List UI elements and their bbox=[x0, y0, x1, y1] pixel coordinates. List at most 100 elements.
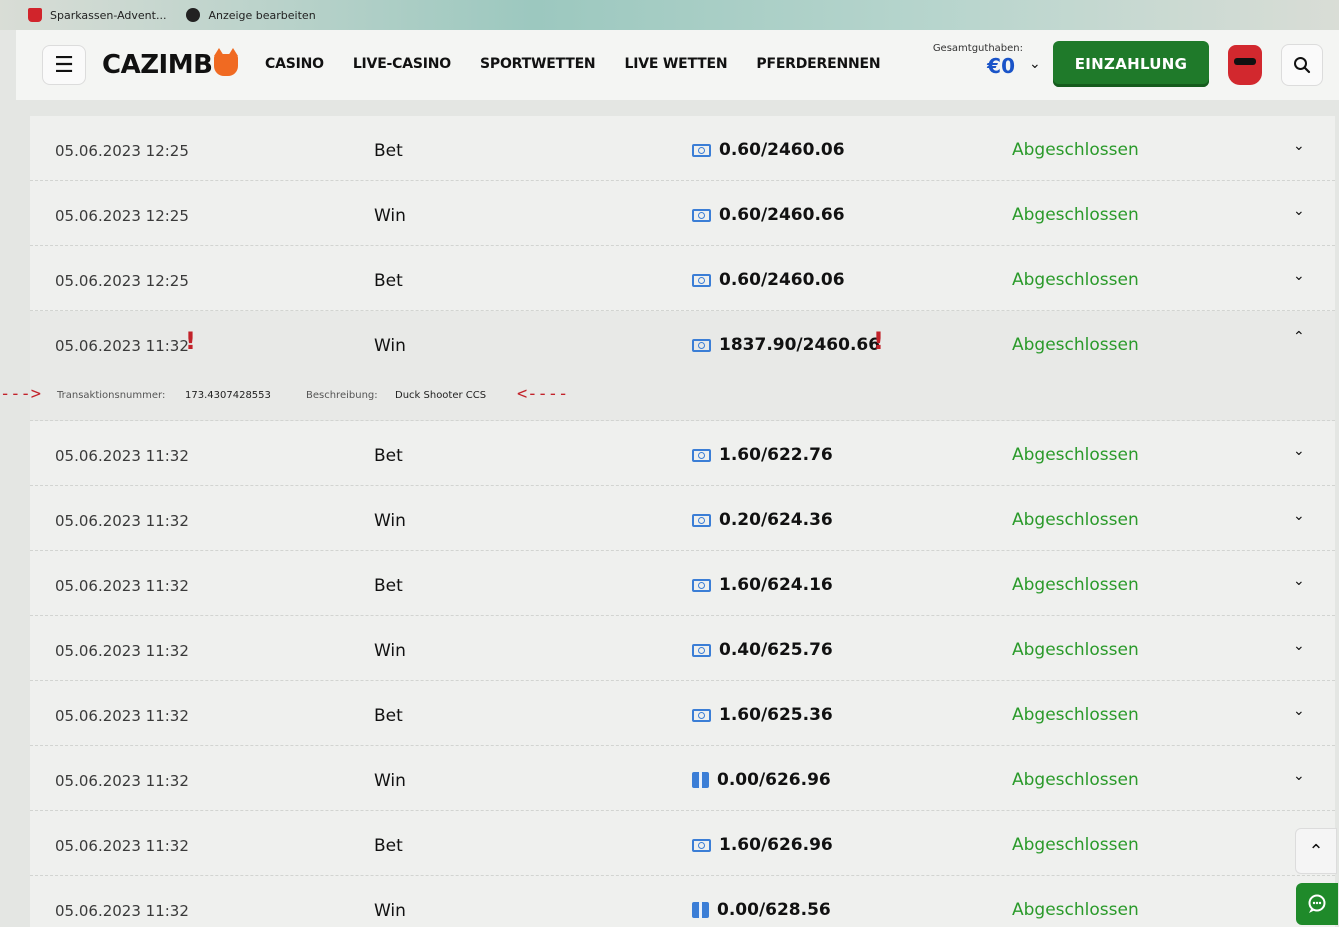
chevron-down-icon[interactable]: ⌄ bbox=[1293, 203, 1305, 219]
gift-icon bbox=[692, 902, 709, 918]
status-badge: Abgeschlossen bbox=[1012, 640, 1139, 660]
status-badge: Abgeschlossen bbox=[1012, 270, 1139, 290]
row-amount: 0.60/2460.66 bbox=[692, 205, 845, 225]
table-row-expanded[interactable]: 05.06.2023 11:32 ! Win 1837.90/2460.66 !… bbox=[30, 311, 1335, 373]
balance-display[interactable]: Gesamtguthaben: €0 bbox=[913, 43, 1023, 78]
hamburger-icon: ☰ bbox=[54, 52, 74, 78]
table-row[interactable]: 05.06.2023 11:32 Bet 1.60/624.16 Abgesch… bbox=[30, 551, 1335, 616]
row-type: Bet bbox=[374, 141, 403, 161]
table-row[interactable]: 05.06.2023 11:32 Bet 1.60/625.36 Abgesch… bbox=[30, 681, 1335, 746]
status-badge: Abgeschlossen bbox=[1012, 510, 1139, 530]
chevron-down-icon[interactable]: ⌄ bbox=[1293, 703, 1305, 719]
bookmark-anzeige[interactable]: Anzeige bearbeiten bbox=[186, 8, 316, 22]
row-date: 05.06.2023 11:32 bbox=[55, 707, 189, 725]
avatar[interactable] bbox=[1228, 45, 1262, 85]
table-row[interactable]: 05.06.2023 11:32 Win 0.00/626.96 Abgesch… bbox=[30, 746, 1335, 811]
row-type: Bet bbox=[374, 576, 403, 596]
status-badge: Abgeschlossen bbox=[1012, 770, 1139, 790]
deposit-button[interactable]: EINZAHLUNG bbox=[1053, 41, 1209, 87]
row-date: 05.06.2023 11:32 bbox=[55, 642, 189, 660]
table-row[interactable]: 05.06.2023 11:32 Win 0.20/624.36 Abgesch… bbox=[30, 486, 1335, 551]
cash-icon bbox=[692, 448, 711, 462]
amount-value: 0.00/628.56 bbox=[717, 900, 831, 920]
table-row[interactable]: 05.06.2023 11:32 Win 0.00/628.56 Abgesch… bbox=[30, 876, 1335, 927]
transaction-list: 05.06.2023 12:25 Bet 0.60/2460.06 Abgesc… bbox=[0, 116, 1335, 927]
nav-pferderennen[interactable]: PFERDERENNEN bbox=[756, 56, 880, 72]
cash-icon bbox=[692, 338, 711, 352]
table-row[interactable]: 05.06.2023 11:32 Win 0.40/625.76 Abgesch… bbox=[30, 616, 1335, 681]
row-amount: 1837.90/2460.66 bbox=[692, 335, 880, 355]
row-type: Win bbox=[374, 901, 406, 921]
row-date: 05.06.2023 12:25 bbox=[55, 207, 189, 225]
status-badge: Abgeschlossen bbox=[1012, 705, 1139, 725]
scroll-top-button[interactable]: ⌃ bbox=[1295, 828, 1337, 874]
status-badge: Abgeschlossen bbox=[1012, 575, 1139, 595]
nav-casino[interactable]: CASINO bbox=[265, 56, 324, 72]
cash-icon bbox=[692, 143, 711, 157]
menu-button[interactable]: ☰ bbox=[42, 45, 86, 85]
chat-button[interactable] bbox=[1296, 883, 1338, 925]
amount-value: 1.60/624.16 bbox=[719, 575, 833, 595]
row-type: Bet bbox=[374, 706, 403, 726]
status-badge: Abgeschlossen bbox=[1012, 445, 1139, 465]
table-row[interactable]: 05.06.2023 12:25 Bet 0.60/2460.06 Abgesc… bbox=[30, 246, 1335, 311]
logo-text: CAZIMB bbox=[102, 50, 213, 80]
cash-icon bbox=[692, 513, 711, 527]
cash-icon bbox=[692, 578, 711, 592]
row-amount: 0.00/626.96 bbox=[692, 770, 831, 790]
row-date: 05.06.2023 11:32 bbox=[55, 772, 189, 790]
search-button[interactable] bbox=[1281, 44, 1323, 86]
table-row[interactable]: 05.06.2023 11:32 Bet 1.60/626.96 Abgesch… bbox=[30, 811, 1335, 876]
nav-live-casino[interactable]: LIVE-CASINO bbox=[353, 56, 451, 72]
bookmark-label: Anzeige bearbeiten bbox=[208, 8, 316, 22]
row-date: 05.06.2023 11:32 bbox=[55, 837, 189, 855]
chevron-down-icon[interactable]: ⌄ bbox=[1293, 138, 1305, 154]
chevron-up-icon: ⌃ bbox=[1308, 840, 1324, 862]
row-amount: 0.00/628.56 bbox=[692, 900, 831, 920]
bookmark-sparkasse[interactable]: Sparkassen-Advent... bbox=[28, 8, 166, 22]
row-type: Win bbox=[374, 206, 406, 226]
row-date: 05.06.2023 11:32 bbox=[55, 447, 189, 465]
description-label: Beschreibung: bbox=[306, 390, 378, 401]
nav-sportwetten[interactable]: SPORTWETTEN bbox=[480, 56, 596, 72]
row-amount: 0.20/624.36 bbox=[692, 510, 833, 530]
description-value: Duck Shooter CCS bbox=[395, 390, 487, 401]
chevron-down-icon[interactable]: ⌄ bbox=[1029, 56, 1041, 72]
site-header: ☰ CAZIMB CASINO LIVE-CASINO SPORTWETTEN … bbox=[16, 30, 1339, 100]
table-row[interactable]: 05.06.2023 12:25 Bet 0.60/2460.06 Abgesc… bbox=[30, 116, 1335, 181]
row-amount: 0.60/2460.06 bbox=[692, 270, 845, 290]
row-amount: 1.60/624.16 bbox=[692, 575, 833, 595]
chat-icon bbox=[1308, 894, 1326, 913]
row-date: 05.06.2023 11:32 bbox=[55, 512, 189, 530]
txn-number-value: 173.4307428553 bbox=[185, 390, 271, 401]
cash-icon bbox=[692, 208, 711, 222]
cat-logo-icon bbox=[214, 48, 239, 76]
txn-number-label: Transaktionsnummer: bbox=[57, 390, 166, 401]
sparkasse-icon bbox=[28, 8, 42, 22]
amount-value: 1837.90/2460.66 bbox=[719, 335, 881, 355]
cash-icon bbox=[692, 838, 711, 852]
chevron-down-icon[interactable]: ⌄ bbox=[1293, 768, 1305, 784]
bookmarks-bar: Sparkassen-Advent... Anzeige bearbeiten bbox=[0, 0, 1339, 30]
chevron-down-icon[interactable]: ⌄ bbox=[1293, 573, 1305, 589]
site-logo[interactable]: CAZIMB bbox=[102, 48, 239, 80]
table-row[interactable]: 05.06.2023 12:25 Win 0.60/2460.66 Abgesc… bbox=[30, 181, 1335, 246]
row-amount: 1.60/626.96 bbox=[692, 835, 833, 855]
chevron-down-icon[interactable]: ⌄ bbox=[1293, 443, 1305, 459]
row-type: Bet bbox=[374, 271, 403, 291]
chevron-down-icon[interactable]: ⌄ bbox=[1293, 508, 1305, 524]
row-date: 05.06.2023 12:25 bbox=[55, 142, 189, 160]
chevron-down-icon[interactable]: ⌄ bbox=[1293, 638, 1305, 654]
status-badge: Abgeschlossen bbox=[1012, 335, 1139, 355]
row-type: Win bbox=[374, 771, 406, 791]
cash-icon bbox=[692, 273, 711, 287]
amount-value: 0.60/2460.06 bbox=[719, 270, 845, 290]
row-date: 05.06.2023 11:32 bbox=[55, 577, 189, 595]
amount-value: 0.40/625.76 bbox=[719, 640, 833, 660]
nav-live-wetten[interactable]: LIVE WETTEN bbox=[624, 56, 727, 72]
chevron-down-icon[interactable]: ⌄ bbox=[1293, 268, 1305, 284]
status-badge: Abgeschlossen bbox=[1012, 205, 1139, 225]
github-icon bbox=[186, 8, 201, 22]
chevron-up-icon[interactable]: ⌃ bbox=[1293, 329, 1305, 345]
table-row[interactable]: 05.06.2023 11:32 Bet 1.60/622.76 Abgesch… bbox=[30, 421, 1335, 486]
